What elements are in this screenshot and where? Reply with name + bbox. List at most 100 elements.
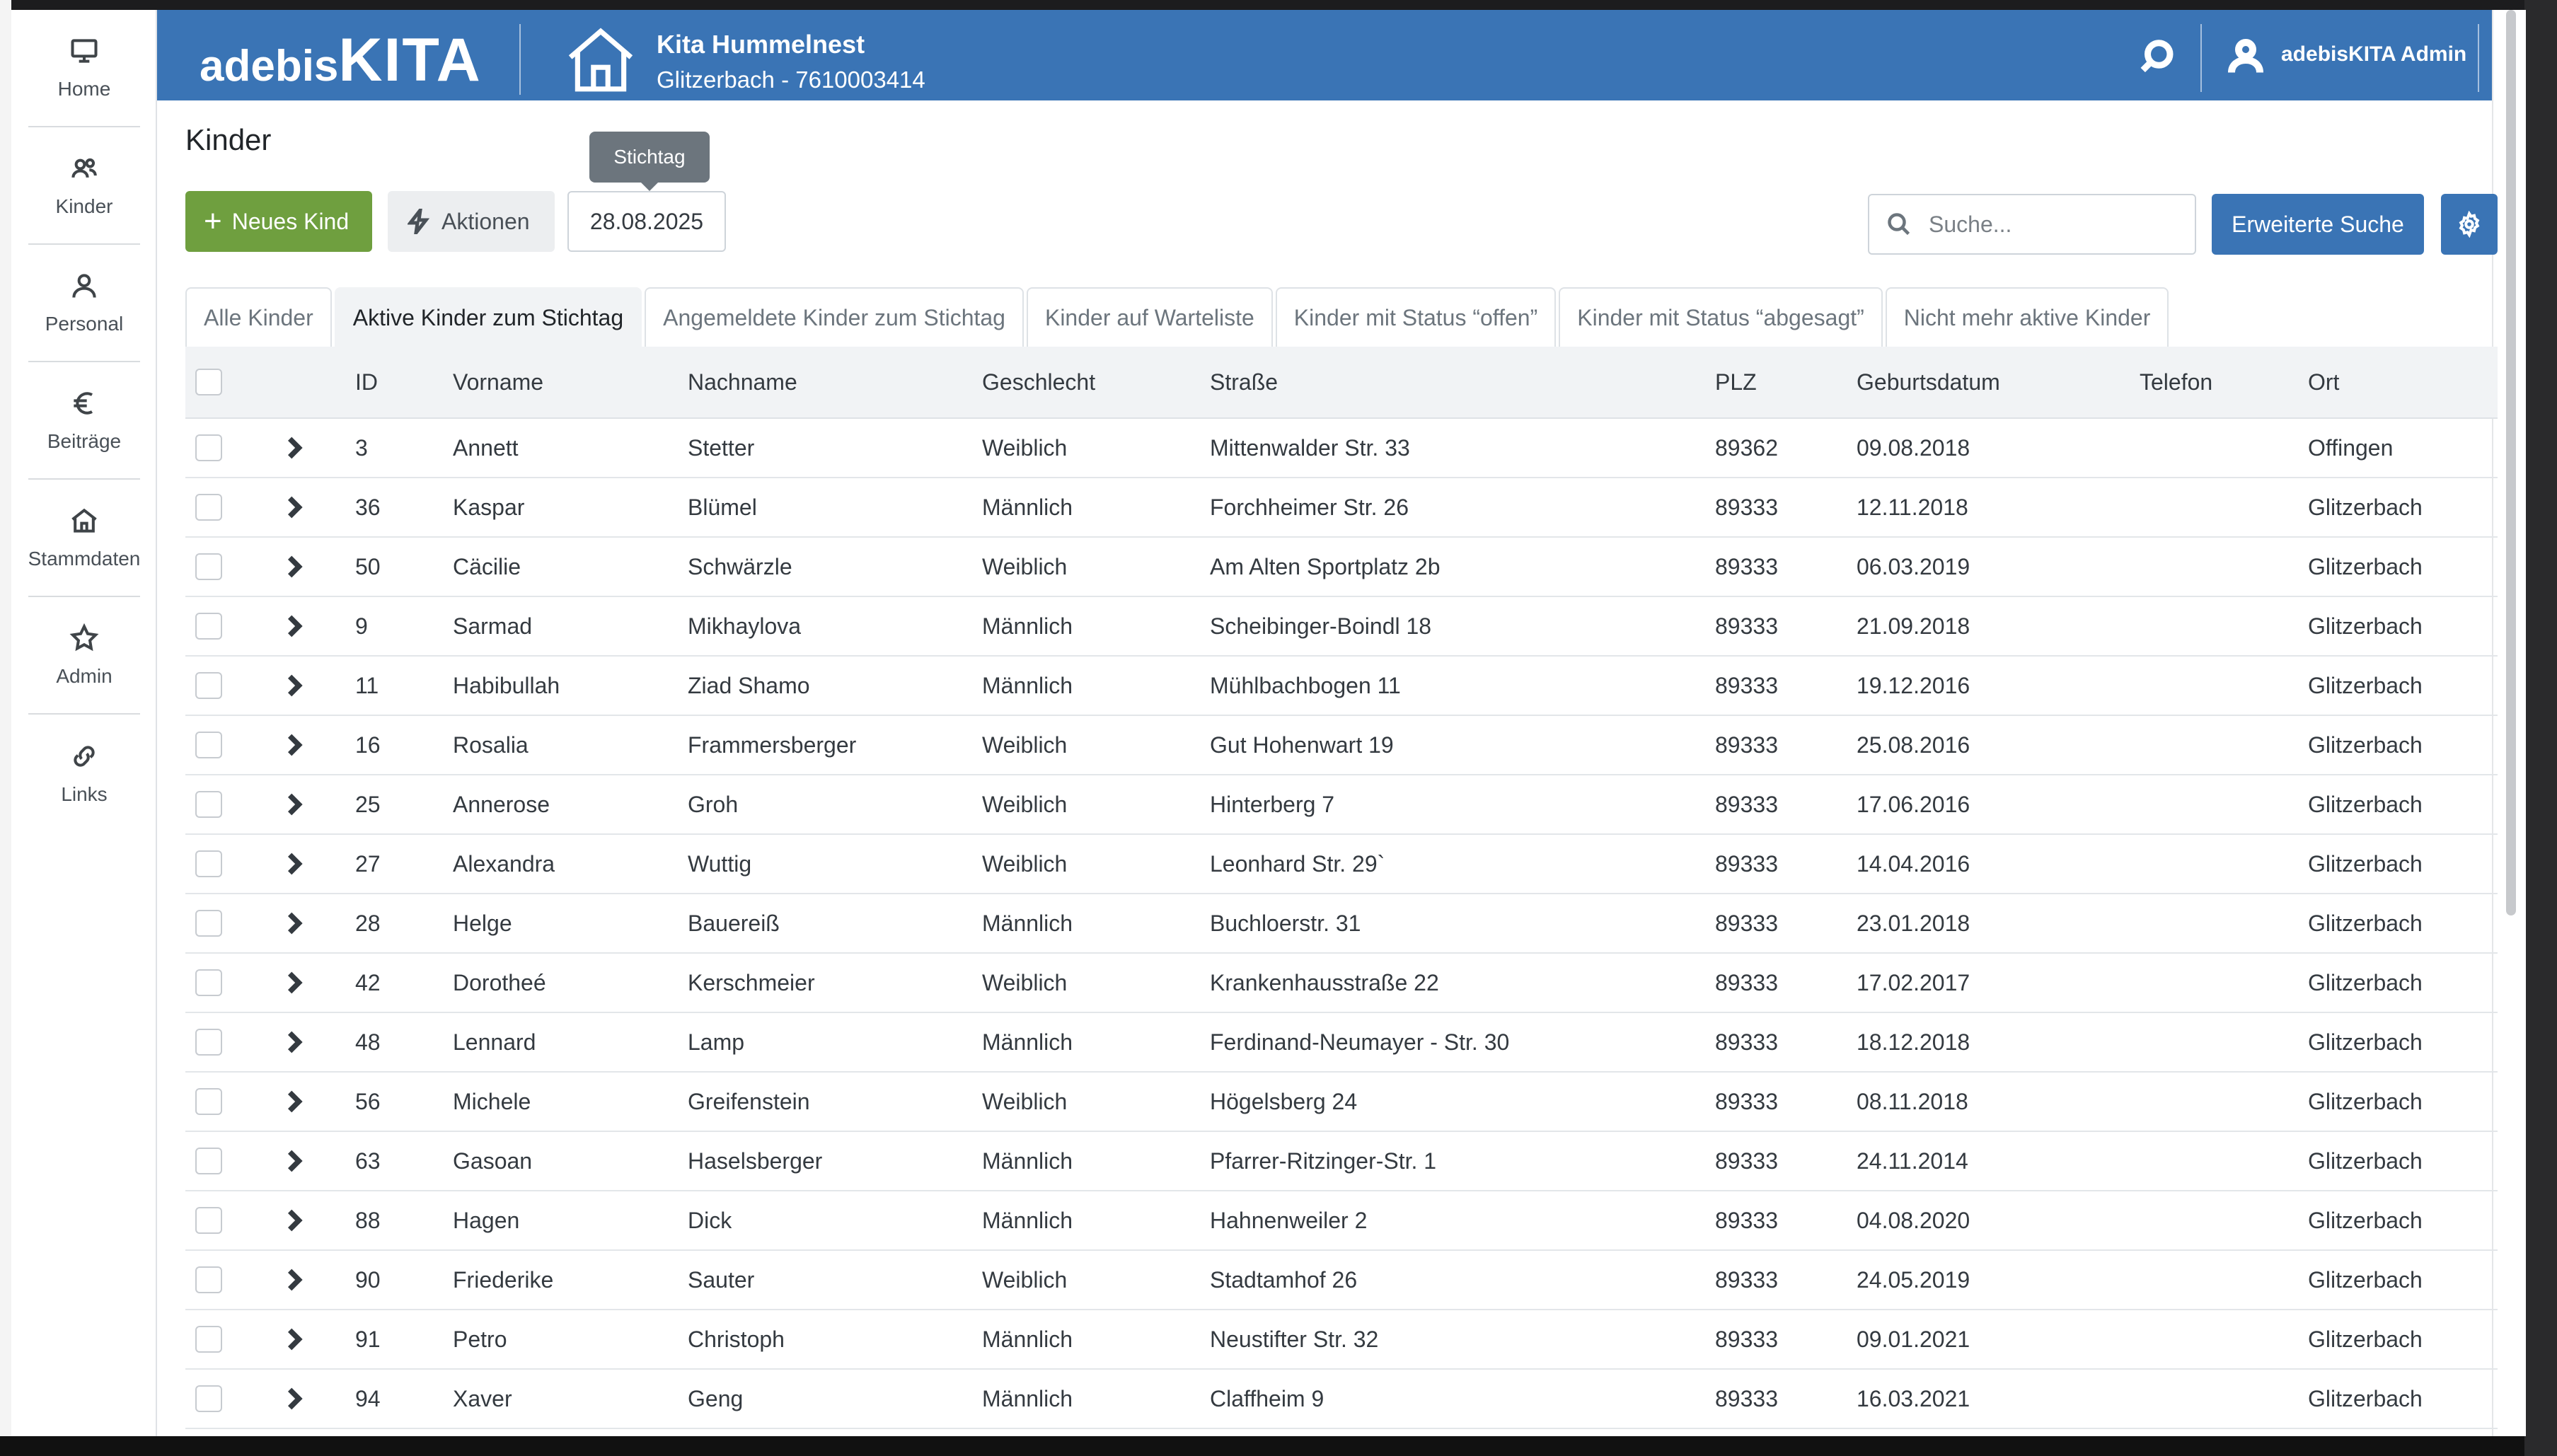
chevron-right-icon[interactable] — [284, 1132, 304, 1190]
chevron-right-icon[interactable] — [284, 597, 304, 655]
brand-logo[interactable]: adebisKITA — [200, 25, 482, 96]
column-header-telefon[interactable]: Telefon — [2140, 347, 2212, 417]
row-checkbox[interactable] — [195, 553, 222, 580]
table-row[interactable]: 94 Xaver Geng Männlich Claffheim 9 89333 16.03… — [185, 1370, 2498, 1429]
table-row[interactable]: 25 Annerose Groh Weiblich Hinterberg 7 89333 1… — [185, 775, 2498, 835]
column-header-geschlecht[interactable]: Geschlecht — [982, 347, 1095, 417]
chevron-right-icon[interactable] — [284, 538, 304, 596]
row-checkbox[interactable] — [195, 791, 222, 818]
row-checkbox[interactable] — [195, 494, 222, 521]
row-checkbox[interactable] — [195, 732, 222, 758]
table-row[interactable]: 48 Lennard Lamp Männlich Ferdinand-Neumayer … — [185, 1013, 2498, 1073]
chevron-right-icon[interactable] — [284, 894, 304, 952]
row-checkbox[interactable] — [195, 1385, 222, 1412]
row-checkbox[interactable] — [195, 969, 222, 996]
table-row[interactable]: 11 Habibullah Ziad Shamo Männlich Mühlbachbo… — [185, 657, 2498, 716]
row-checkbox[interactable] — [195, 1029, 222, 1056]
scrollbar-thumb[interactable] — [2506, 10, 2516, 915]
sidebar-item-personal[interactable]: Personal — [28, 245, 140, 362]
cell-strasse: Pfarrer-Ritzinger-Str. 1 — [1210, 1148, 1437, 1174]
user-name[interactable]: adebisKITA Admin — [2281, 42, 2466, 67]
row-checkbox[interactable] — [195, 1148, 222, 1174]
tab-warteliste[interactable]: Kinder auf Warteliste — [1026, 287, 1273, 347]
cell-ort: Glitzerbach — [2308, 553, 2423, 579]
table-row[interactable]: 3 Annett Stetter Weiblich Mittenwalder Str. … — [185, 419, 2498, 478]
search-icon[interactable] — [2138, 38, 2176, 76]
column-header-ort[interactable]: Ort — [2308, 347, 2339, 417]
row-checkbox[interactable] — [195, 1207, 222, 1234]
table-row[interactable]: 28 Helge Bauereiß Männlich Buchloerstr. 31 89… — [185, 894, 2498, 954]
search-field[interactable] — [1868, 194, 2196, 255]
tab-alle-kinder[interactable]: Alle Kinder — [185, 287, 332, 347]
table-row[interactable]: 36 Kaspar Blümel Männlich Forchheimer Str. 2… — [185, 478, 2498, 538]
row-checkbox[interactable] — [195, 1326, 222, 1353]
sidebar-item-admin[interactable]: Admin — [28, 597, 140, 715]
column-header-vorname[interactable]: Vorname — [453, 347, 543, 417]
settings-button[interactable] — [2441, 194, 2498, 255]
column-header-strasse[interactable]: Straße — [1210, 347, 1278, 417]
column-header-nachname[interactable]: Nachname — [688, 347, 797, 417]
table-row[interactable]: 90 Friederike Sauter Weiblich Stadtamhof 26 8… — [185, 1251, 2498, 1310]
row-select-cell — [195, 1310, 222, 1368]
tab-status-abgesagt[interactable]: Kinder mit Status “abgesagt” — [1559, 287, 1883, 347]
cell-vorname: Petro — [453, 1326, 507, 1352]
sidebar-item-beitraege[interactable]: Beiträge — [28, 362, 140, 480]
select-all-checkbox[interactable] — [195, 369, 222, 395]
cell-nachname: Bauereiß — [688, 910, 780, 936]
sidebar-item-stammdaten[interactable]: Stammdaten — [28, 480, 140, 597]
stichtag-date-field[interactable]: 28.08.2025 — [567, 191, 726, 252]
row-checkbox[interactable] — [195, 910, 222, 937]
tab-angemeldete-kinder[interactable]: Angemeldete Kinder zum Stichtag — [645, 287, 1024, 347]
table-row[interactable]: 42 Dorotheé Kerschmeier Weiblich Krankenhaus… — [185, 954, 2498, 1013]
sidebar-item-home[interactable]: Home — [28, 10, 140, 127]
table-row[interactable]: 91 Petro Christoph Männlich Neustifter Str. … — [185, 1310, 2498, 1370]
table-row[interactable]: 88 Hagen Dick Männlich Hahnenweiler 2 89333 04… — [185, 1191, 2498, 1251]
table-row[interactable]: 27 Alexandra Wuttig Weiblich Leonhard Str. 2… — [185, 835, 2498, 894]
chevron-right-icon[interactable] — [284, 835, 304, 893]
table-row[interactable]: 9 Sarmad Mikhaylova Männlich Scheibinger-Boi… — [185, 597, 2498, 657]
advanced-search-button[interactable]: Erweiterte Suche — [2212, 194, 2424, 255]
header-divider — [519, 24, 521, 95]
row-checkbox[interactable] — [195, 613, 222, 640]
chevron-right-icon[interactable] — [284, 419, 304, 477]
cell-plz: 89333 — [1715, 1029, 1778, 1055]
cell-nachname: Schwärzle — [688, 553, 792, 579]
chevron-right-icon[interactable] — [284, 1251, 304, 1309]
sidebar-item-links[interactable]: Links — [28, 715, 140, 832]
row-checkbox[interactable] — [195, 1088, 222, 1115]
cell-ort: Glitzerbach — [2308, 732, 2423, 758]
cell-geburtsdatum: 24.11.2014 — [1857, 1148, 1968, 1174]
chevron-right-icon[interactable] — [284, 775, 304, 833]
table-row[interactable]: 56 Michele Greifenstein Weiblich Högelsberg … — [185, 1073, 2498, 1132]
chevron-right-icon[interactable] — [284, 954, 304, 1012]
column-header-id[interactable]: ID — [355, 347, 378, 417]
chevron-right-icon[interactable] — [284, 657, 304, 715]
cell-ort: Glitzerbach — [2308, 1207, 2423, 1233]
chevron-right-icon[interactable] — [284, 1013, 304, 1071]
chevron-right-icon[interactable] — [284, 478, 304, 536]
row-checkbox[interactable] — [195, 850, 222, 877]
column-header-plz[interactable]: PLZ — [1715, 347, 1757, 417]
header-divider — [2200, 24, 2202, 92]
table-row[interactable]: 16 Rosalia Frammersberger Weiblich Gut Hohen… — [185, 716, 2498, 775]
table-row[interactable]: 63 Gasoan Haselsberger Männlich Pfarrer-Ritz… — [185, 1132, 2498, 1191]
chevron-right-icon[interactable] — [284, 1073, 304, 1131]
sidebar-item-kinder[interactable]: Kinder — [28, 127, 140, 245]
tab-aktive-kinder[interactable]: Aktive Kinder zum Stichtag — [334, 287, 642, 347]
row-checkbox[interactable] — [195, 672, 222, 699]
table-row[interactable]: 50 Cäcilie Schwärzle Weiblich Am Alten Sport… — [185, 538, 2498, 597]
chevron-right-icon[interactable] — [284, 1310, 304, 1368]
tab-nicht-mehr-aktiv[interactable]: Nicht mehr aktive Kinder — [1885, 287, 2169, 347]
chevron-right-icon[interactable] — [284, 716, 304, 774]
tab-status-offen[interactable]: Kinder mit Status “offen” — [1275, 287, 1557, 347]
chevron-right-icon[interactable] — [284, 1370, 304, 1428]
column-header-geburtsdatum[interactable]: Geburtsdatum — [1857, 347, 2000, 417]
search-input[interactable] — [1929, 211, 2183, 238]
cell-id: 88 — [355, 1207, 381, 1233]
actions-button[interactable]: Aktionen — [388, 191, 555, 252]
new-child-button[interactable]: + Neues Kind — [185, 191, 372, 252]
row-checkbox[interactable] — [195, 434, 222, 461]
chevron-right-icon[interactable] — [284, 1191, 304, 1249]
user-icon[interactable] — [2224, 35, 2267, 78]
row-checkbox[interactable] — [195, 1266, 222, 1293]
